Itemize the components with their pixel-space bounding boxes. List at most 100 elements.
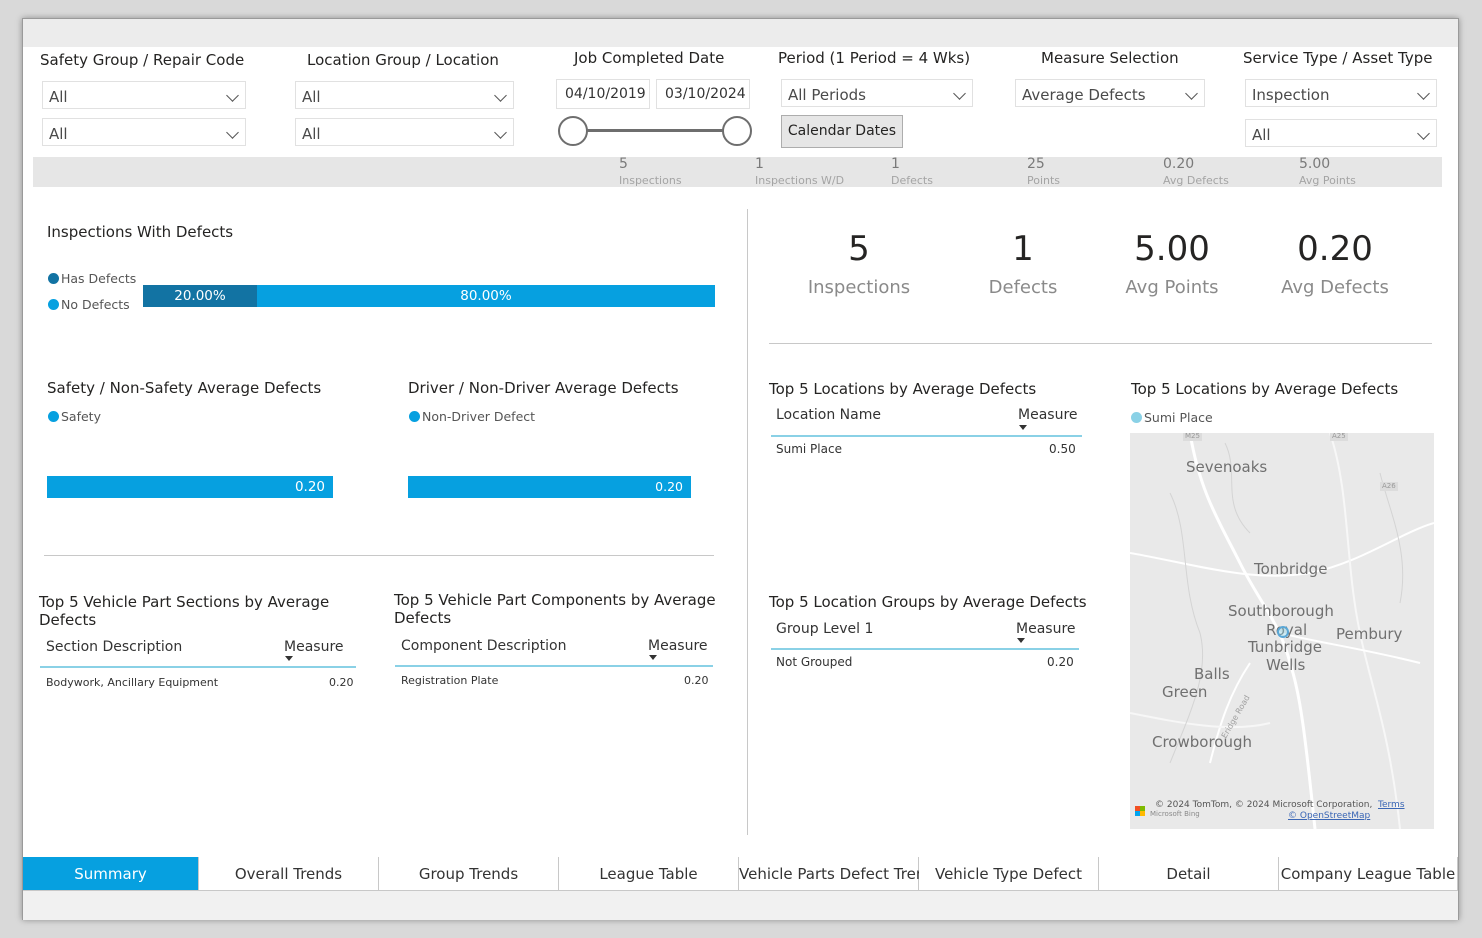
- kpi-label: Avg Defects: [1163, 174, 1229, 187]
- asset-type-dropdown[interactable]: All: [1245, 119, 1437, 147]
- service-type-label: Service Type / Asset Type: [1243, 49, 1433, 67]
- kpi-value: 25: [1027, 156, 1045, 172]
- repair-code-dropdown[interactable]: All: [42, 118, 246, 146]
- section-divider: [747, 209, 748, 835]
- map-label: Sevenoaks: [1186, 458, 1268, 476]
- location-dropdown[interactable]: All: [295, 118, 514, 146]
- tab-summary[interactable]: Summary: [23, 857, 199, 891]
- col-group-level-1[interactable]: Group Level 1: [776, 621, 873, 637]
- col-measure[interactable]: Measure: [648, 638, 708, 654]
- table-cell: 0.50: [1049, 442, 1076, 456]
- kpi-label: Defects: [891, 174, 933, 187]
- table-header-line: [771, 435, 1082, 437]
- measure-selection-label: Measure Selection: [1041, 49, 1179, 67]
- safety-group-dropdown[interactable]: All: [42, 81, 246, 109]
- map-label: Southborough: [1228, 602, 1334, 620]
- col-measure[interactable]: Measure: [1016, 621, 1076, 637]
- sort-desc-icon[interactable]: [285, 656, 293, 661]
- legend-label: Sumi Place: [1144, 410, 1213, 425]
- table-cell: Not Grouped: [776, 655, 853, 669]
- date-slider-start-handle[interactable]: [558, 116, 588, 146]
- period-dropdown[interactable]: All Periods: [781, 79, 973, 107]
- chevron-down-icon: [494, 89, 507, 102]
- location-group-dropdown[interactable]: All: [295, 81, 514, 109]
- bar-has-defects[interactable]: 20.00%: [143, 285, 257, 307]
- kpi-value: 5.00: [1299, 156, 1331, 172]
- start-date-input[interactable]: 04/10/2019: [556, 79, 650, 109]
- legend-non-driver[interactable]: Non-Driver Defect: [409, 409, 535, 424]
- table-cell: 0.20: [329, 676, 354, 689]
- calendar-dates-button[interactable]: Calendar Dates: [781, 115, 903, 148]
- legend-dot: [48, 411, 59, 422]
- map-terms-link[interactable]: Terms: [1378, 800, 1405, 810]
- sort-desc-icon[interactable]: [1019, 425, 1027, 430]
- legend-sumi-place[interactable]: Sumi Place: [1131, 410, 1213, 425]
- big-kpi-inspections-label: Inspections: [807, 277, 911, 298]
- title-line: Top 5 Vehicle Part Sections by Average: [39, 593, 330, 611]
- location-map[interactable]: Sevenoaks Tonbridge Southborough Royal T…: [1130, 433, 1434, 829]
- legend-has-defects[interactable]: Has Defects: [48, 271, 136, 286]
- legend-safety[interactable]: Safety: [48, 409, 101, 424]
- col-measure[interactable]: Measure: [284, 639, 344, 655]
- kpi-label: Avg Points: [1299, 174, 1356, 187]
- title-line: Top 5 Vehicle Part Components by Average: [394, 591, 716, 609]
- map-label: Balls: [1194, 665, 1230, 683]
- tab-detail[interactable]: Detail: [1099, 857, 1279, 891]
- location-group-value: All: [302, 88, 321, 106]
- top-locations-map-title: Top 5 Locations by Average Defects: [1131, 380, 1399, 398]
- location-pin-sumi-place[interactable]: [1277, 626, 1289, 638]
- period-value: All Periods: [788, 86, 866, 104]
- date-slider-track[interactable]: [573, 129, 738, 132]
- table-header-line: [395, 665, 713, 667]
- table-cell: 0.20: [684, 674, 709, 687]
- bar-no-defects[interactable]: 80.00%: [257, 285, 715, 307]
- tab-company-league-table[interactable]: Company League Table: [1279, 857, 1458, 891]
- service-type-value: Inspection: [1252, 86, 1330, 104]
- safety-bar[interactable]: 0.20: [47, 476, 333, 498]
- asset-type-value: All: [1252, 126, 1271, 144]
- table-header-line: [40, 666, 356, 668]
- big-kpi-avg-points-label: Avg Points: [1125, 277, 1219, 298]
- legend-dot: [48, 299, 59, 310]
- repair-code-value: All: [49, 125, 68, 143]
- sort-desc-icon[interactable]: [649, 655, 657, 660]
- big-kpi-avg-points-value: 5.00: [1134, 229, 1210, 269]
- col-location-name[interactable]: Location Name: [776, 407, 881, 423]
- col-measure[interactable]: Measure: [1018, 407, 1078, 423]
- table-cell: Bodywork, Ancillary Equipment: [46, 676, 219, 689]
- job-date-label: Job Completed Date: [574, 49, 725, 67]
- kpi-label: Inspections W/D: [755, 174, 845, 187]
- part-sections-title: Top 5 Vehicle Part Sections by Average De…: [39, 593, 329, 629]
- top-locations-table-title: Top 5 Locations by Average Defects: [769, 380, 1037, 398]
- tab-league-table[interactable]: League Table: [559, 857, 739, 891]
- defects-stacked-bar: 20.00% 80.00%: [143, 285, 715, 307]
- map-road-badge: M25: [1183, 433, 1202, 441]
- driver-chart-title: Driver / Non-Driver Average Defects: [408, 379, 679, 397]
- kpi-value: 5: [619, 156, 628, 172]
- legend-dot: [48, 273, 59, 284]
- map-label: Wells: [1266, 656, 1306, 674]
- date-slider-end-handle[interactable]: [722, 116, 752, 146]
- map-road-badge: A25: [1330, 433, 1348, 441]
- end-date-input[interactable]: 03/10/2024: [656, 79, 750, 109]
- col-section-description[interactable]: Section Description: [46, 639, 182, 655]
- bottom-band: [23, 891, 1458, 920]
- service-type-dropdown[interactable]: Inspection: [1245, 79, 1437, 107]
- map-osm-link[interactable]: © OpenStreetMap: [1288, 811, 1370, 821]
- tab-overall-trends[interactable]: Overall Trends: [199, 857, 379, 891]
- kpi-value: 1: [755, 156, 764, 172]
- col-component-description[interactable]: Component Description: [401, 638, 566, 654]
- bing-label: Microsoft Bing: [1150, 810, 1200, 818]
- tab-group-trends[interactable]: Group Trends: [379, 857, 559, 891]
- title-line: Defects: [39, 611, 97, 629]
- part-components-title: Top 5 Vehicle Part Components by Average…: [394, 591, 716, 627]
- tab-vehicle-type-defect[interactable]: Vehicle Type Defect: [919, 857, 1099, 891]
- tab-vehicle-parts-defect-trend[interactable]: Vehicle Parts Defect Trend: [739, 857, 935, 891]
- measure-selection-dropdown[interactable]: Average Defects: [1015, 79, 1205, 107]
- table-cell: 0.20: [1047, 655, 1074, 669]
- sort-desc-icon[interactable]: [1017, 638, 1025, 643]
- map-label: Pembury: [1336, 625, 1403, 643]
- legend-no-defects[interactable]: No Defects: [48, 297, 130, 312]
- driver-bar[interactable]: 0.20: [408, 476, 691, 498]
- charts-divider: [44, 555, 714, 556]
